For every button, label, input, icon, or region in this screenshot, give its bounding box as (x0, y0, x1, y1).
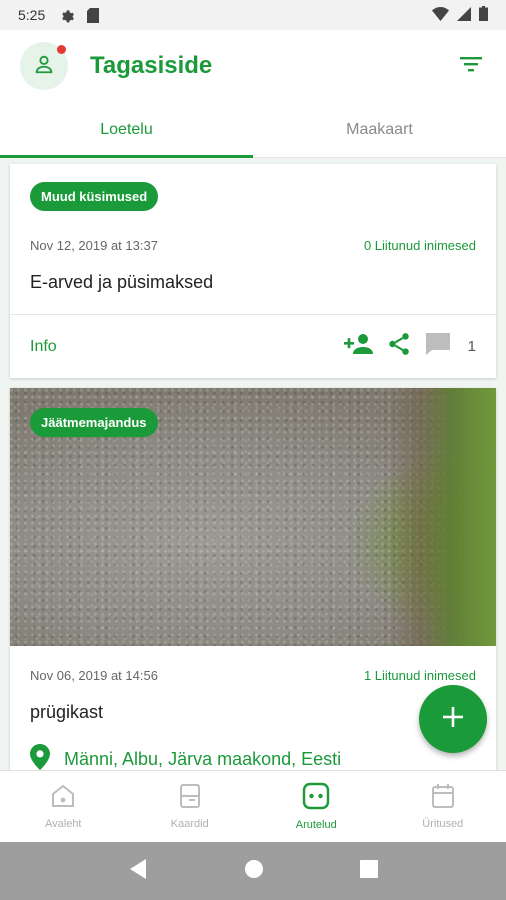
home-circle-icon[interactable] (244, 859, 264, 884)
plus-icon (442, 706, 464, 733)
signal-icon (457, 6, 471, 24)
tab-bar: Loetelu Maakaart (0, 102, 506, 158)
recents-icon[interactable] (360, 859, 378, 883)
back-icon[interactable] (128, 858, 148, 885)
category-badge: Jäätmemajandus (30, 408, 158, 437)
page-title: Tagasiside (90, 52, 213, 79)
location-pin-icon (30, 744, 50, 770)
nav-events[interactable]: Üritused (380, 771, 506, 842)
share-icon[interactable] (386, 331, 412, 362)
feedback-card[interactable]: Muud küsimused Nov 12, 2019 at 13:37 0 L… (10, 164, 496, 378)
add-feedback-button[interactable] (419, 685, 487, 753)
home-icon (50, 783, 76, 812)
joined-count: 0 Liitunud inimesed (363, 238, 476, 253)
nav-cards-label: Kaardid (170, 818, 209, 830)
joined-count: 1 Liitunud inimesed (363, 668, 476, 683)
location-row: Männi, Albu, Järva maakond, Eesti (30, 744, 341, 770)
card-title: E-arved ja püsimaksed (30, 272, 214, 292)
bottom-navigation: Avaleht Kaardid Arutelud Üritused (0, 770, 506, 842)
comment-count: 1 (467, 338, 476, 355)
card-meta: Nov 06, 2019 at 14:56 1 Liitunud inimese… (30, 668, 476, 683)
nav-home-label: Avaleht (45, 818, 82, 830)
battery-icon (479, 6, 488, 24)
app-bar: Tagasiside (0, 30, 506, 102)
filter-icon (459, 55, 483, 78)
feedback-list[interactable]: Muud küsimused Nov 12, 2019 at 13:37 0 L… (0, 158, 506, 770)
status-bar: 5:25 (0, 0, 506, 30)
profile-avatar-button[interactable] (20, 42, 68, 90)
nav-discussions-label: Arutelud (295, 819, 337, 831)
sd-card-icon (87, 7, 100, 23)
cards-icon (177, 783, 203, 812)
tab-list[interactable]: Loetelu (0, 102, 253, 158)
card-meta: Nov 12, 2019 at 13:37 0 Liitunud inimese… (30, 238, 476, 253)
nav-discussions[interactable]: Arutelud (253, 771, 380, 842)
system-navigation-bar (0, 842, 506, 900)
category-badge: Muud küsimused (30, 182, 159, 211)
card-date: Nov 06, 2019 at 14:56 (30, 668, 158, 683)
tab-map[interactable]: Maakaart (253, 102, 506, 157)
wifi-icon (432, 6, 449, 24)
settings-status-icon (59, 7, 75, 23)
location-text: Männi, Albu, Järva maakond, Eesti (64, 749, 342, 769)
discussion-icon (302, 782, 330, 813)
join-person-icon[interactable] (343, 332, 374, 361)
notification-dot (57, 45, 66, 54)
filter-button[interactable] (456, 51, 486, 81)
nav-home[interactable]: Avaleht (0, 771, 127, 842)
nav-events-label: Üritused (422, 818, 464, 830)
nav-cards[interactable]: Kaardid (127, 771, 254, 842)
card-title: prügikast (30, 702, 104, 722)
status-time: 5:25 (18, 7, 46, 23)
card-actions: Info 1 (10, 315, 496, 378)
card-date: Nov 12, 2019 at 13:37 (30, 238, 158, 253)
comment-icon[interactable] (424, 331, 452, 362)
calendar-icon (430, 783, 456, 812)
user-icon (33, 53, 55, 80)
info-button[interactable]: Info (30, 338, 57, 356)
